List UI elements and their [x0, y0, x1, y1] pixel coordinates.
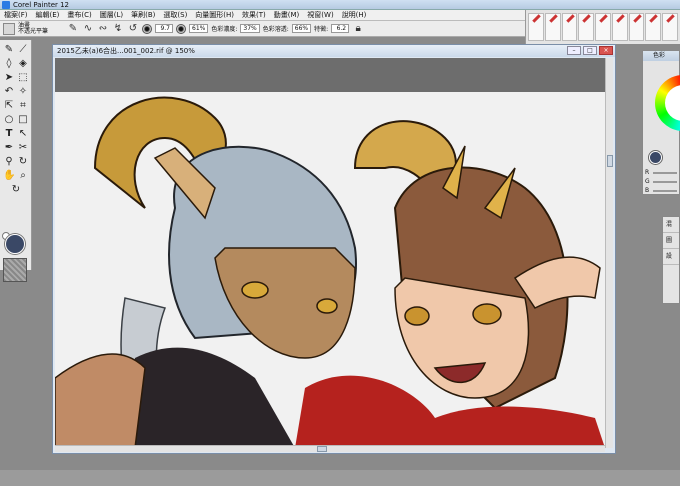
layers-panel-item[interactable]: 圖	[663, 233, 679, 249]
red-slider-label: R	[645, 169, 650, 176]
stroke-type-icon[interactable]: ∿	[82, 23, 94, 35]
brush-tool-icon[interactable]: ✎	[3, 44, 15, 56]
clone-tool-icon[interactable]: ↻	[17, 156, 29, 168]
eraser-tool-icon[interactable]: ◊	[3, 58, 15, 70]
document-titlebar[interactable]: 2015乙未(a)6合出...001_002.rif @ 150%	[53, 45, 615, 57]
document-window: 2015乙未(a)6合出...001_002.rif @ 150% – □ ×	[52, 44, 616, 454]
layers-panel-item[interactable]: 設	[663, 249, 679, 265]
magic-wand-tool-icon[interactable]: ✧	[17, 86, 29, 98]
brush-preset-1[interactable]	[528, 13, 544, 41]
maximize-button[interactable]: □	[583, 46, 597, 55]
green-slider[interactable]: G	[645, 178, 679, 185]
blue-slider[interactable]: B	[645, 187, 679, 194]
rotate-page-tool-icon[interactable]: ↻	[10, 184, 22, 196]
menu-shapes[interactable]: 向量圖形(H)	[195, 10, 234, 21]
stroke-type-2-icon[interactable]: ∾	[97, 23, 109, 35]
painter-app-icon	[2, 0, 10, 9]
text-tool-icon[interactable]: T	[3, 128, 15, 140]
property-bar: 油畫 不透光平筆 ✎ ∿ ∾ ↯ ↺ 9.7 61% 色彩濃度: 37% 色彩溶…	[0, 21, 525, 37]
vertical-scrollbar[interactable]	[605, 58, 613, 448]
bleed-field[interactable]: 66%	[291, 24, 312, 33]
move-tool-icon[interactable]: ➤	[3, 72, 15, 84]
lasso-tool-icon[interactable]: ↶	[3, 86, 15, 98]
grabber-tool-icon[interactable]: ✋	[3, 170, 15, 182]
paint-bucket-tool-icon[interactable]: ◈	[17, 58, 29, 70]
menu-file[interactable]: 檔案(F)	[4, 10, 28, 21]
minimize-button[interactable]: –	[567, 46, 581, 55]
brush-category-icon[interactable]	[3, 22, 15, 35]
brush-preset-7[interactable]	[628, 13, 645, 41]
menu-select[interactable]: 選取(S)	[163, 10, 187, 21]
opacity-dab-icon	[176, 23, 186, 34]
color-panel: 色彩 R G B	[642, 50, 680, 195]
painting-canvas[interactable]	[55, 58, 605, 448]
brush-preset-5[interactable]	[595, 13, 611, 41]
blend-tool-icon[interactable]: ⚲	[3, 156, 15, 168]
brush-preset-4[interactable]	[578, 13, 595, 41]
dropper-tool-icon[interactable]: ⟋	[17, 44, 29, 56]
pen-tool-icon[interactable]: ✒	[3, 142, 15, 154]
brush-preset-8[interactable]	[645, 13, 662, 41]
vertical-scroll-thumb[interactable]	[607, 155, 613, 167]
paper-texture-selector[interactable]	[3, 258, 27, 282]
rect-select-tool-icon[interactable]: ⬚	[17, 72, 29, 84]
horizontal-scroll-thumb[interactable]	[317, 446, 327, 452]
brush-preset-6[interactable]	[611, 13, 628, 41]
reset-tool-icon[interactable]: ↺	[127, 23, 139, 35]
resat-field[interactable]: 37%	[240, 24, 260, 33]
stroke-type-3-icon[interactable]: ↯	[112, 23, 124, 35]
brush-library-strip	[525, 10, 680, 44]
bleed-label: 色彩溶透:	[262, 26, 289, 33]
magnifier-tool-icon[interactable]: ⌕	[17, 170, 29, 182]
horizontal-scrollbar[interactable]	[55, 445, 605, 452]
transform-tool-icon[interactable]: ⇱	[3, 100, 15, 112]
brush-variant-label: 不透光平筆	[18, 27, 49, 35]
feature-label: 特徵:	[314, 26, 329, 33]
menu-layers[interactable]: 圖層(L)	[100, 10, 123, 21]
menu-edit[interactable]: 編輯(E)	[36, 10, 60, 21]
brush-selector[interactable]: 油畫 不透光平筆	[18, 22, 64, 35]
menu-movie[interactable]: 動畫(M)	[274, 10, 300, 21]
green-slider-label: G	[645, 178, 650, 185]
lock-icon[interactable]: 🔒︎	[352, 23, 364, 35]
dab-type-icon[interactable]: ✎	[67, 23, 79, 35]
blue-slider-label: B	[645, 187, 650, 194]
feature-field[interactable]: 6.2	[331, 24, 350, 33]
document-title: 2015乙未(a)6合出...001_002.rif @ 150%	[57, 47, 195, 55]
layers-panel-item[interactable]: 混	[663, 217, 679, 233]
app-titlebar: Corel Painter 12	[0, 0, 680, 10]
menu-window[interactable]: 視窗(W)	[307, 10, 333, 21]
rectangle-tool-icon[interactable]: □	[17, 114, 29, 126]
main-color-swatch[interactable]	[5, 234, 25, 254]
current-color-swatch[interactable]	[649, 151, 662, 164]
crop-tool-icon[interactable]: ⌗	[17, 100, 29, 112]
artwork-illustration	[55, 92, 605, 448]
shape-select-tool-icon[interactable]: ↖	[17, 128, 29, 140]
red-slider[interactable]: R	[645, 169, 679, 176]
resat-label: 色彩濃度:	[211, 26, 238, 33]
size-field[interactable]: 9.7	[155, 24, 173, 33]
layers-panel: 混 圖 設	[662, 216, 680, 304]
bottom-status-area	[0, 470, 680, 486]
brush-preset-3[interactable]	[561, 13, 578, 41]
app-title: Corel Painter 12	[13, 0, 70, 9]
menu-effects[interactable]: 效果(T)	[242, 10, 266, 21]
toolbox: ✎ ⟋ ◊ ◈ ➤ ⬚ ↶ ✧ ⇱ ⌗ ○ □ T ↖ ✒ ✂ ⚲ ↻ ✋ ⌕ …	[0, 40, 32, 282]
window-controls: – □ ×	[567, 46, 613, 55]
brush-preset-2[interactable]	[544, 13, 561, 41]
close-button[interactable]: ×	[599, 46, 613, 55]
menu-help[interactable]: 說明(H)	[342, 10, 367, 21]
scissors-tool-icon[interactable]: ✂	[17, 142, 29, 154]
opacity-field[interactable]: 61%	[189, 24, 209, 33]
color-panel-title[interactable]: 色彩	[643, 51, 679, 61]
ellipse-tool-icon[interactable]: ○	[3, 114, 15, 126]
menu-canvas[interactable]: 畫布(C)	[67, 10, 91, 21]
size-dab-icon	[142, 23, 152, 34]
menu-brushes[interactable]: 筆刷(B)	[131, 10, 155, 21]
brush-preset-9[interactable]	[662, 13, 679, 41]
